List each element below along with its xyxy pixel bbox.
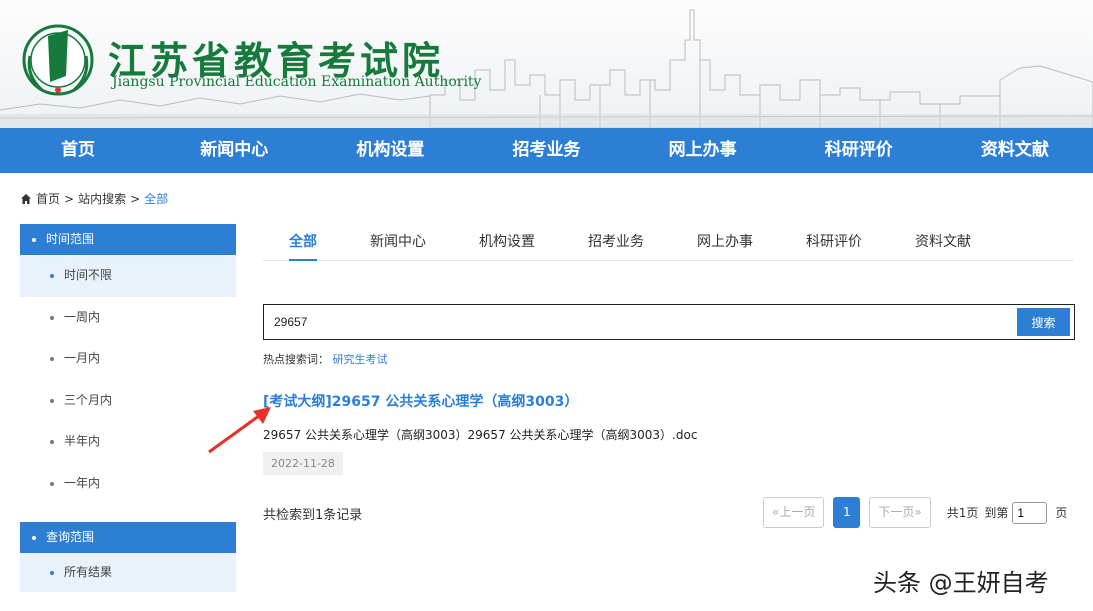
nav-item-news[interactable]: 新闻中心	[156, 128, 312, 173]
pagination: «上一页 1 下一页» 共1页 到第 页	[763, 497, 1067, 528]
nav-item-admissions[interactable]: 招考业务	[468, 128, 624, 173]
hot-search-term-link[interactable]: 研究生考试	[333, 353, 388, 366]
prev-page-button[interactable]: «上一页	[763, 497, 825, 528]
tab-admissions[interactable]: 招考业务	[588, 224, 644, 260]
tab-organization[interactable]: 机构设置	[479, 224, 535, 260]
sidebar-item-label: 一周内	[64, 309, 101, 324]
header-banner: 江苏省教育考试院 Jiangsu Provincial Education Ex…	[0, 0, 1093, 128]
institute-logo	[22, 24, 94, 96]
search-box: 搜索	[263, 304, 1075, 340]
nav-item-research[interactable]: 科研评价	[781, 128, 937, 173]
nav-item-online-services[interactable]: 网上办事	[625, 128, 781, 173]
sidebar-item-label: 时间不限	[64, 268, 113, 282]
sidebar-header-time-range: 时间范围	[20, 224, 236, 255]
sidebar-item-all-results[interactable]: 所有结果	[20, 553, 236, 592]
search-button[interactable]: 搜索	[1017, 308, 1070, 336]
nav-item-documents[interactable]: 资料文献	[937, 128, 1093, 173]
sidebar-header-label: 时间范围	[46, 232, 95, 246]
goto-label: 到第	[984, 506, 1009, 520]
sidebar-item-month[interactable]: 一月内	[20, 338, 236, 380]
sidebar-item-week[interactable]: 一周内	[20, 297, 236, 339]
bullet-icon	[50, 440, 54, 444]
result-count: 共检索到1条记录	[263, 508, 363, 523]
next-page-button[interactable]: 下一页»	[869, 497, 931, 528]
bullet-icon	[50, 571, 54, 575]
total-pages-text: 共1页	[946, 506, 979, 520]
breadcrumb-home[interactable]: 首页	[36, 190, 60, 207]
site-subtitle: Jiangsu Provincial Education Examination…	[112, 74, 482, 90]
bullet-icon	[50, 315, 54, 320]
sidebar-header-label: 查询范围	[46, 530, 95, 544]
bullet-icon	[50, 398, 54, 403]
category-tabs: 全部 新闻中心 机构设置 招考业务 网上办事 科研评价 资料文献	[263, 224, 1074, 261]
search-input[interactable]	[264, 305, 1014, 339]
tab-documents[interactable]: 资料文献	[915, 224, 971, 260]
bullet-icon	[50, 481, 54, 486]
sidebar-item-label: 半年内	[64, 434, 101, 448]
page-unit-label: 页	[1055, 506, 1068, 520]
bullet-icon	[50, 357, 54, 361]
result-description: 29657 公共关系心理学（高纲3003）29657 公共关系心理学（高纲300…	[263, 428, 698, 442]
breadcrumb: 首页 > 站内搜索 > 全部	[20, 190, 168, 207]
bullet-icon	[32, 237, 36, 242]
tab-research[interactable]: 科研评价	[806, 224, 862, 260]
sidebar-item-label: 一年内	[64, 475, 101, 490]
sidebar-item-three-months[interactable]: 三个月内	[20, 380, 236, 422]
tab-news[interactable]: 新闻中心	[370, 224, 426, 260]
breadcrumb-separator: >	[130, 191, 141, 206]
main-nav: 首页 新闻中心 机构设置 招考业务 网上办事 科研评价 资料文献	[0, 128, 1093, 173]
watermark-text: 头条 @王妍自考	[873, 569, 1049, 597]
breadcrumb-search[interactable]: 站内搜索	[78, 190, 126, 207]
sidebar-item-label: 一月内	[64, 351, 101, 365]
tab-all[interactable]: 全部	[289, 224, 317, 261]
sidebar-time-range: 时间范围 时间不限 一周内 一月内 三个月内 半年内 一年内	[20, 224, 236, 504]
nav-item-home[interactable]: 首页	[0, 128, 156, 173]
result-date: 2022-11-28	[263, 452, 343, 475]
result-title-link[interactable]: [考试大纲]29657 公共关系心理学（高纲3003）	[263, 391, 578, 411]
hot-search-label: 热点搜索词：	[263, 353, 329, 366]
sidebar-item-unlimited[interactable]: 时间不限	[20, 255, 236, 297]
sidebar-item-half-year[interactable]: 半年内	[20, 421, 236, 463]
sidebar-item-label: 三个月内	[64, 392, 113, 407]
sidebar-header-query-range: 查询范围	[20, 522, 236, 553]
goto-page-input[interactable]	[1012, 501, 1048, 524]
sidebar-item-label: 所有结果	[64, 565, 113, 579]
tab-online-services[interactable]: 网上办事	[697, 224, 753, 260]
nav-item-organization[interactable]: 机构设置	[312, 128, 468, 173]
breadcrumb-separator: >	[64, 191, 75, 206]
page-number-current[interactable]: 1	[833, 497, 861, 528]
bullet-icon	[32, 535, 36, 540]
sidebar-item-year[interactable]: 一年内	[20, 463, 236, 505]
home-icon	[21, 193, 31, 204]
breadcrumb-current: 全部	[144, 192, 169, 206]
bullet-icon	[50, 274, 54, 278]
sidebar-query-range: 查询范围 所有结果	[20, 522, 236, 592]
hot-search-terms: 热点搜索词： 研究生考试	[263, 351, 388, 367]
